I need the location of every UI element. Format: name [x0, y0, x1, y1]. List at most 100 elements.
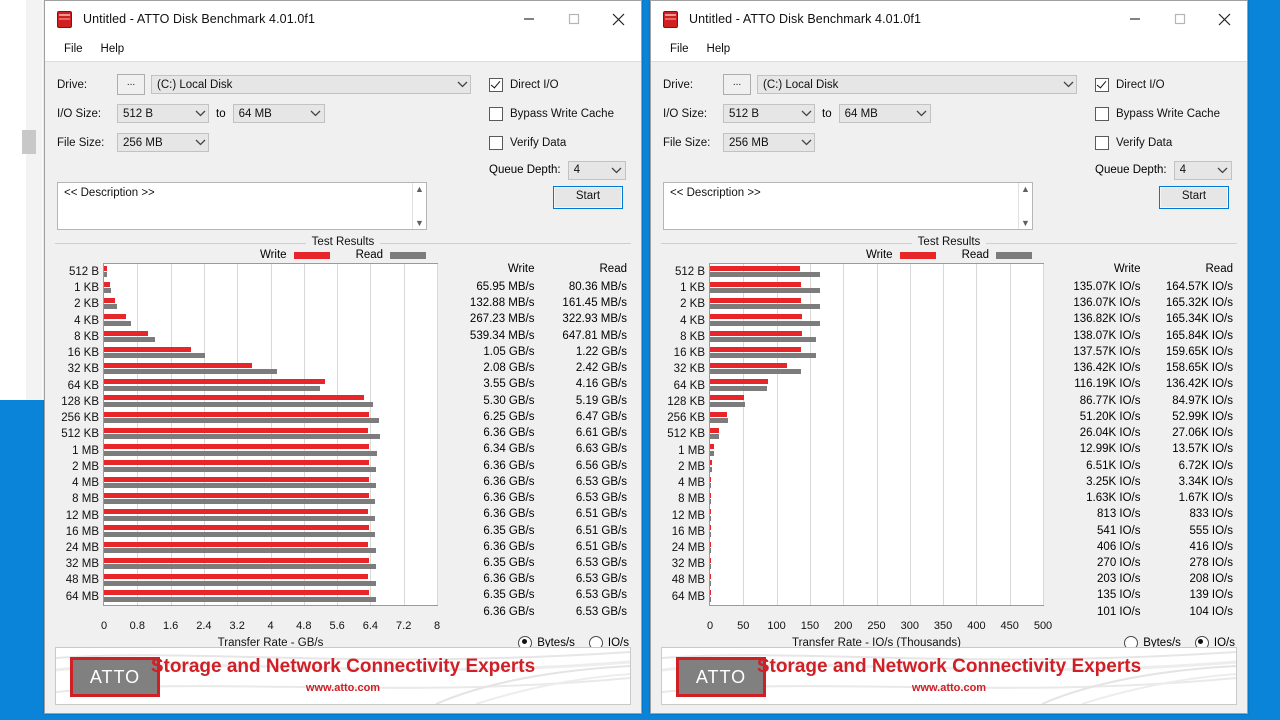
direct-io-option[interactable]: Direct I/O: [489, 70, 641, 99]
desktop-left-strip: [26, 0, 42, 400]
queue-depth-select[interactable]: 4: [567, 160, 626, 180]
legend-write-label: Write: [865, 249, 893, 261]
write-value: 6.36 GB/s: [483, 573, 535, 586]
category-axis: 512 B 1 KB 2 KB 4 KB 8 KB 16 KB 32 KB 64 KB 128 …: [55, 263, 103, 620]
atto-window-left[interactable]: Untitled - ATTO Disk Benchmark 4.01.0f1 …: [44, 0, 642, 714]
menu-help[interactable]: Help: [698, 41, 740, 57]
read-bar: [710, 288, 821, 294]
write-value: 2.08 GB/s: [483, 362, 535, 375]
write-column-header: Write: [507, 263, 535, 275]
file-size-select[interactable]: 256 MB: [117, 133, 209, 152]
scroll-up-icon[interactable]: ▲: [1021, 185, 1030, 194]
category-label: 4 MB: [678, 477, 705, 490]
io-size-to-select[interactable]: 64 MB: [232, 104, 325, 123]
write-bar: [104, 492, 369, 498]
read-value: 161.45 MB/s: [562, 297, 627, 310]
bypass-write-cache-checkbox[interactable]: [1095, 106, 1109, 121]
bar-group: [710, 443, 1043, 459]
bypass-write-cache-checkbox[interactable]: [489, 106, 503, 121]
write-value: 6.36 GB/s: [483, 475, 535, 488]
x-tick-label: 5.6: [329, 619, 345, 632]
menu-bar[interactable]: File Help: [45, 37, 641, 62]
chevron-down-icon: [798, 139, 814, 146]
direct-io-checkbox[interactable]: [1095, 77, 1109, 92]
description-scrollbar[interactable]: ▲ ▼: [1018, 183, 1032, 229]
browse-button[interactable]: ...: [723, 74, 751, 95]
read-value: 6.72K IO/s: [1178, 459, 1233, 472]
read-value: 165.32K IO/s: [1165, 297, 1233, 310]
atto-footer-banner: ATTO Storage and Network Connectivity Ex…: [55, 647, 631, 705]
io-size-from-select[interactable]: 512 B: [117, 104, 209, 123]
menu-help[interactable]: Help: [92, 41, 134, 57]
description-scrollbar[interactable]: ▲ ▼: [412, 183, 426, 229]
write-value: 116.19K IO/s: [1074, 378, 1141, 391]
legend-write: Write: [866, 249, 936, 261]
category-label: 1 KB: [680, 282, 705, 295]
scroll-down-icon[interactable]: ▼: [1021, 219, 1030, 228]
atto-footer-banner: ATTO Storage and Network Connectivity Ex…: [661, 647, 1237, 705]
desktop-left-marker: [22, 130, 36, 154]
category-label: 4 MB: [72, 477, 99, 490]
category-label: 12 MB: [671, 509, 705, 522]
category-label: 48 MB: [671, 574, 705, 587]
category-label: 256 KB: [667, 412, 705, 425]
write-bar: [104, 427, 368, 433]
io-size-to-value: 64 MB: [238, 107, 272, 120]
maximize-icon[interactable]: [1157, 1, 1202, 37]
scroll-down-icon[interactable]: ▼: [415, 219, 424, 228]
close-icon[interactable]: [1202, 1, 1247, 37]
read-bar: [710, 353, 816, 359]
start-area: Start: [427, 182, 629, 209]
menu-file[interactable]: File: [661, 41, 698, 57]
menu-bar[interactable]: File Help: [651, 37, 1247, 62]
title-bar[interactable]: Untitled - ATTO Disk Benchmark 4.01.0f1: [651, 1, 1247, 37]
direct-io-checkbox[interactable]: [489, 77, 503, 92]
value-row: 6.36 GB/s 6.53 GB/s: [446, 571, 631, 587]
category-label: 1 MB: [72, 444, 99, 457]
read-bar: [104, 288, 111, 294]
start-button[interactable]: Start: [553, 186, 623, 209]
write-bar: [710, 460, 713, 466]
value-row: 2.08 GB/s 2.42 GB/s: [446, 360, 631, 376]
bar-group: [710, 410, 1043, 426]
legend-read-swatch: [390, 251, 427, 259]
verify-data-checkbox[interactable]: [1095, 135, 1109, 150]
io-size-to-select[interactable]: 64 MB: [838, 104, 931, 123]
io-size-label: I/O Size:: [663, 107, 708, 120]
value-row: 135 IO/s 139 IO/s: [1052, 587, 1237, 603]
read-value: 6.61 GB/s: [575, 427, 627, 440]
close-icon[interactable]: [596, 1, 641, 37]
verify-data-option[interactable]: Verify Data: [489, 128, 641, 157]
io-size-from-select[interactable]: 512 B: [723, 104, 815, 123]
queue-depth-select[interactable]: 4: [1173, 160, 1232, 180]
verify-data-checkbox[interactable]: [489, 135, 503, 150]
chevron-down-icon: [609, 167, 625, 174]
atto-window-right[interactable]: Untitled - ATTO Disk Benchmark 4.01.0f1 …: [650, 0, 1248, 714]
minimize-icon[interactable]: [1112, 1, 1157, 37]
drive-select[interactable]: (C:) Local Disk: [151, 75, 471, 94]
description-input[interactable]: << Description >> ▲ ▼: [57, 182, 427, 230]
bar-group: [710, 378, 1043, 394]
title-bar[interactable]: Untitled - ATTO Disk Benchmark 4.01.0f1: [45, 1, 641, 37]
verify-data-option[interactable]: Verify Data: [1095, 128, 1247, 157]
description-input[interactable]: << Description >> ▲ ▼: [663, 182, 1033, 230]
value-row: 267.23 MB/s 322.93 MB/s: [446, 311, 631, 327]
write-value: 6.36 GB/s: [483, 459, 535, 472]
maximize-icon[interactable]: [551, 1, 596, 37]
x-tick-label: 200: [834, 619, 853, 632]
read-value: 3.34K IO/s: [1178, 475, 1233, 488]
x-tick-label: 150: [800, 619, 820, 632]
drive-select[interactable]: (C:) Local Disk: [757, 75, 1077, 94]
description-area: << Description >> ▲ ▼ Start: [651, 182, 1247, 230]
scroll-up-icon[interactable]: ▲: [415, 185, 424, 194]
direct-io-option[interactable]: Direct I/O: [1095, 70, 1247, 99]
bypass-write-cache-option[interactable]: Bypass Write Cache: [1095, 99, 1247, 128]
menu-file[interactable]: File: [55, 41, 92, 57]
bypass-write-cache-option[interactable]: Bypass Write Cache: [489, 99, 641, 128]
value-row: 6.35 GB/s 6.53 GB/s: [446, 555, 631, 571]
browse-button[interactable]: ...: [117, 74, 145, 95]
minimize-icon[interactable]: [506, 1, 551, 37]
value-table: Write Read 135.07K IO/s 164.57K IO/s 136.0…: [1044, 263, 1237, 620]
file-size-select[interactable]: 256 MB: [723, 133, 815, 152]
start-button[interactable]: Start: [1159, 186, 1229, 209]
